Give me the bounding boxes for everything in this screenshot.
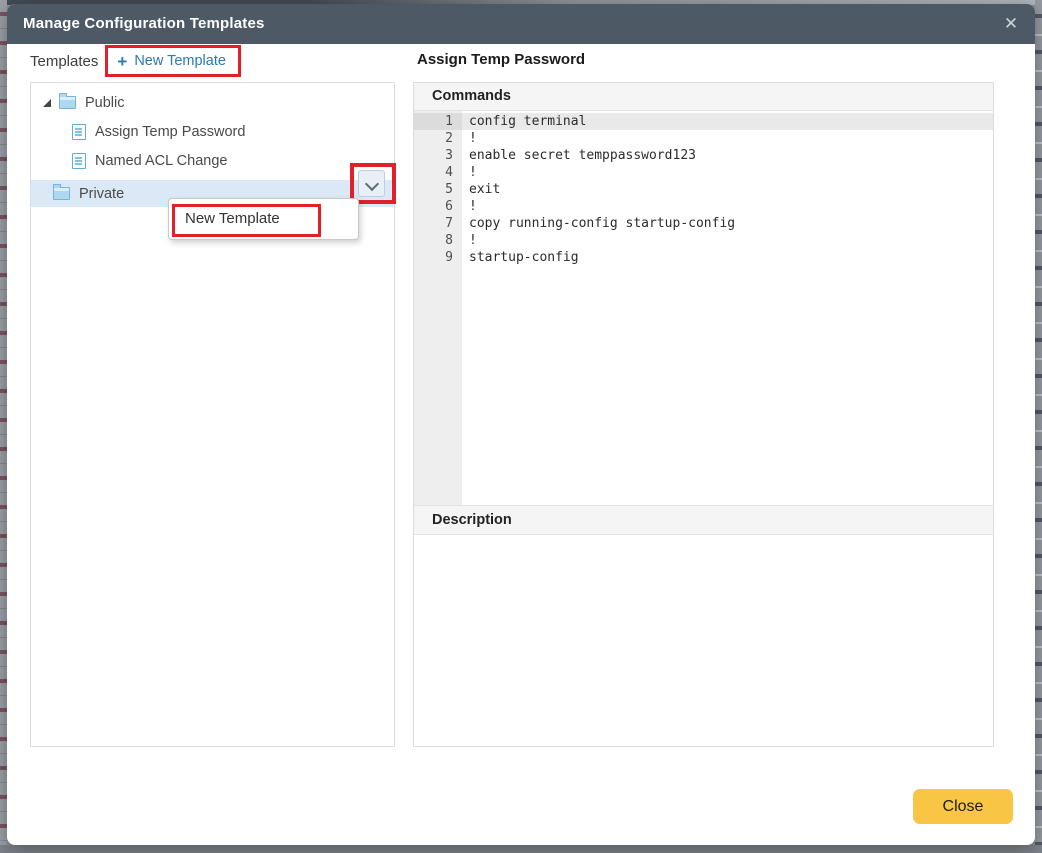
code-line[interactable]: 9 startup-config [414,249,993,266]
chevron-down-icon [365,177,379,191]
line-number: 7 [414,215,462,232]
expand-triangle-icon[interactable] [43,99,51,107]
backdrop-right [1035,0,1042,853]
selected-template-title: Assign Temp Password [417,51,585,68]
manage-configuration-templates-dialog: Manage Configuration Templates ✕ Templat… [7,4,1035,845]
folder-icon [53,187,70,200]
tree-item-assign-temp-password[interactable]: Assign Temp Password [31,118,394,145]
line-text: enable secret temppassword123 [462,147,696,164]
commands-editor[interactable]: 1 config terminal 2 ! 3 enable secret te… [414,111,993,505]
new-template-label: New Template [134,53,226,69]
row-actions-dropdown-button[interactable] [358,170,385,197]
line-number: 4 [414,164,462,181]
new-template-button[interactable]: + New Template [117,53,226,70]
code-line[interactable]: 1 config terminal [414,113,993,130]
line-text: config terminal [462,113,586,130]
line-number: 8 [414,232,462,249]
template-detail-panel: Commands 1 config terminal 2 ! 3 enable … [413,82,994,747]
tree-label: Named ACL Change [95,153,227,169]
template-document-icon [72,124,86,140]
tree-label: Assign Temp Password [95,124,245,140]
code-line[interactable]: 8 ! [414,232,993,249]
close-icon[interactable]: ✕ [1000,13,1022,35]
dialog-title: Manage Configuration Templates [23,4,265,44]
line-text: ! [462,232,477,249]
tree-item-named-acl-change[interactable]: Named ACL Change [31,147,394,174]
line-text: ! [462,164,477,181]
description-body [414,535,993,744]
template-document-icon [72,153,86,169]
context-menu-item-new-template[interactable]: New Template [169,199,358,239]
dialog-header: Manage Configuration Templates ✕ [7,4,1035,44]
line-text: startup-config [462,249,579,266]
commands-section-header: Commands [414,83,993,111]
description-section-header: Description [414,505,993,535]
tree-folder-public[interactable]: Public [31,89,394,116]
line-number: 5 [414,181,462,198]
line-text: copy running-config startup-config [462,215,735,232]
plus-icon: + [117,53,127,70]
line-text: exit [462,181,500,198]
line-text: ! [462,130,477,147]
line-text: ! [462,198,477,215]
close-button[interactable]: Close [913,789,1013,824]
line-number: 6 [414,198,462,215]
line-number: 9 [414,249,462,266]
templates-heading: Templates [30,53,98,70]
line-number: 3 [414,147,462,164]
code-line[interactable]: 4 ! [414,164,993,181]
backdrop-bottom [0,845,1042,853]
code-line[interactable]: 2 ! [414,130,993,147]
backdrop-left [0,0,7,853]
templates-toolbar: Templates + New Template [30,42,241,80]
context-menu: New Template [168,198,359,240]
code-line[interactable]: 7 copy running-config startup-config [414,215,993,232]
annotation-box-new-template: + New Template [105,45,241,77]
folder-icon [59,96,76,109]
code-line[interactable]: 6 ! [414,198,993,215]
tree-label: Private [79,186,124,202]
tree-label: Public [85,95,125,111]
template-tree-panel: Public Assign Temp Password Named ACL Ch… [30,82,395,747]
line-number: 2 [414,130,462,147]
code-line[interactable]: 3 enable secret temppassword123 [414,147,993,164]
code-line[interactable]: 5 exit [414,181,993,198]
commands-lines: 1 config terminal 2 ! 3 enable secret te… [414,111,993,266]
line-number: 1 [414,113,462,130]
